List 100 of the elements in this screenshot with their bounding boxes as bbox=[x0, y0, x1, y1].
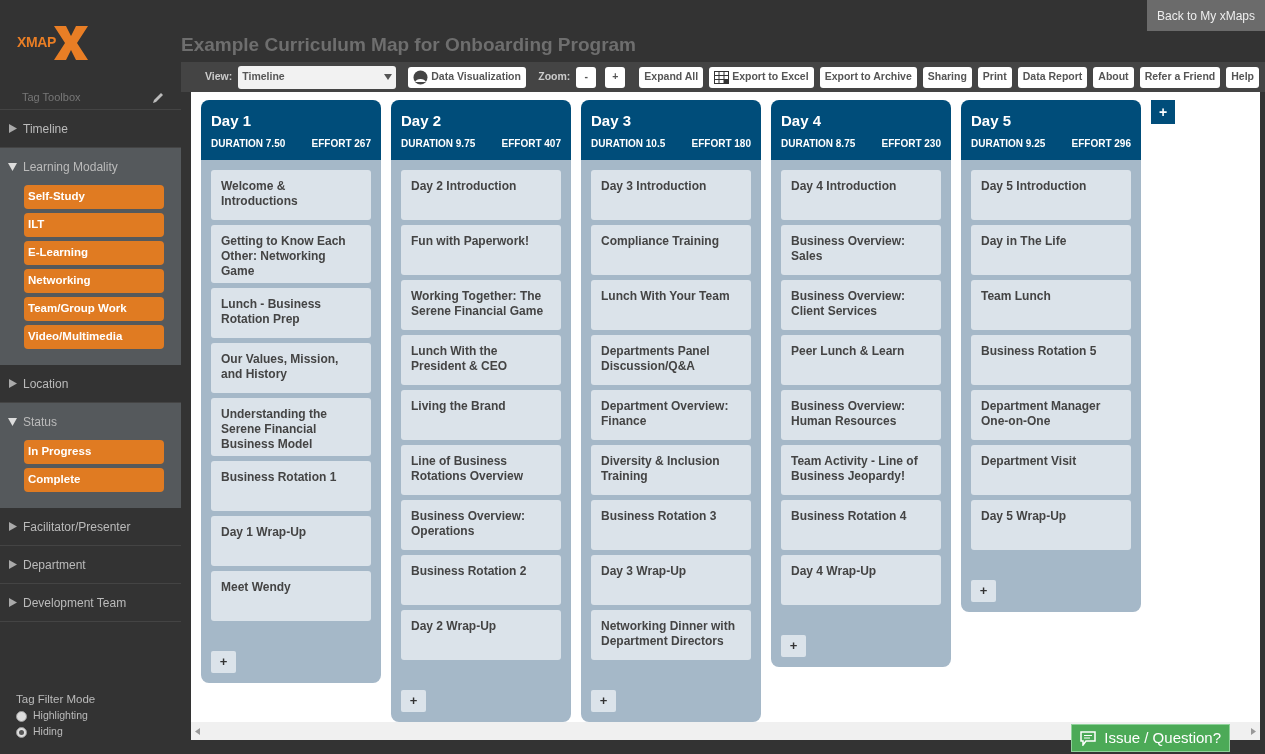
activity-card[interactable]: Living the Brand bbox=[401, 390, 561, 440]
activity-card[interactable]: Day 4 Wrap-Up bbox=[781, 555, 941, 605]
back-button[interactable]: Back to My xMaps bbox=[1146, 0, 1265, 31]
duration-label: DURATION 9.75 bbox=[401, 137, 476, 151]
activity-card[interactable]: Business Rotation 2 bbox=[401, 555, 561, 605]
toolbar-button[interactable]: Data Report bbox=[1017, 66, 1088, 88]
toolbar-button[interactable]: About bbox=[1093, 66, 1134, 88]
tag-toolbox-label: Tag Toolbox bbox=[22, 89, 81, 105]
activity-card[interactable]: Peer Lunch & Learn bbox=[781, 335, 941, 385]
activity-card[interactable]: Meet Wendy bbox=[211, 571, 371, 621]
tag-category[interactable]: Facilitator/Presenter bbox=[0, 508, 181, 545]
activity-card[interactable]: Business Overview: Sales bbox=[781, 225, 941, 275]
radio-button[interactable] bbox=[16, 726, 27, 738]
effort-label: EFFORT 230 bbox=[881, 137, 941, 151]
add-activity-button[interactable]: + bbox=[781, 635, 806, 657]
day-title: Day 4 bbox=[781, 111, 823, 131]
activity-card[interactable]: Our Values, Mission, and History bbox=[211, 343, 371, 393]
activity-card[interactable]: Understanding the Serene Financial Business Model bbox=[211, 398, 371, 456]
data-visualization-button[interactable]: Data Visualization bbox=[408, 66, 526, 88]
day-title: Day 2 bbox=[401, 111, 443, 131]
activity-card[interactable]: Day 2 Wrap-Up bbox=[401, 610, 561, 660]
activity-card[interactable]: Lunch - Business Rotation Prep bbox=[211, 288, 371, 338]
effort-label: EFFORT 267 bbox=[311, 137, 371, 151]
zoom-label: Zoom: bbox=[538, 69, 571, 85]
activity-card[interactable]: Department Visit bbox=[971, 445, 1131, 495]
collapsed-triangle-icon bbox=[8, 124, 17, 133]
effort-label: EFFORT 407 bbox=[501, 137, 561, 151]
collapsed-triangle-icon bbox=[8, 598, 17, 607]
activity-card[interactable]: Business Rotation 5 bbox=[971, 335, 1131, 385]
filter-mode-label: Tag Filter Mode bbox=[16, 691, 97, 707]
activity-card[interactable]: Getting to Know Each Other: Networking Game bbox=[211, 225, 371, 283]
day-title: Day 1 bbox=[211, 111, 253, 131]
collapsed-triangle-icon bbox=[8, 560, 17, 569]
expanded-triangle-icon bbox=[8, 162, 17, 171]
zoom-in-button[interactable]: + bbox=[605, 66, 626, 88]
activity-card[interactable]: Day 5 Wrap-Up bbox=[971, 500, 1131, 550]
activity-card[interactable]: Working Together: The Serene Financial Game bbox=[401, 280, 561, 330]
add-activity-button[interactable]: + bbox=[401, 690, 426, 712]
activity-card[interactable]: Departments Panel Discussion/Q&A bbox=[591, 335, 751, 385]
activity-card[interactable]: Business Overview: Operations bbox=[401, 500, 561, 550]
activity-card[interactable]: Day 3 Wrap-Up bbox=[591, 555, 751, 605]
tag-category[interactable]: Learning Modality bbox=[0, 148, 181, 185]
duration-label: DURATION 7.50 bbox=[211, 137, 286, 151]
activity-card[interactable]: Business Rotation 4 bbox=[781, 500, 941, 550]
activity-card[interactable]: Business Rotation 3 bbox=[591, 500, 751, 550]
zoom-out-button[interactable]: - bbox=[576, 66, 597, 88]
toolbar-button[interactable]: Sharing bbox=[922, 66, 972, 88]
activity-card[interactable]: Diversity & Inclusion Training bbox=[591, 445, 751, 495]
activity-card[interactable]: Day in The Life bbox=[971, 225, 1131, 275]
activity-card[interactable]: Day 2 Introduction bbox=[401, 170, 561, 220]
view-select[interactable]: Timeline bbox=[238, 65, 397, 89]
view-label: View: bbox=[205, 69, 233, 85]
radio-label: Highlighting bbox=[33, 708, 88, 724]
tag-category[interactable]: Timeline bbox=[0, 110, 181, 147]
chart-circle-icon bbox=[413, 69, 429, 85]
toolbar-button[interactable]: Export to Archive bbox=[819, 66, 917, 88]
activity-card[interactable]: Day 4 Introduction bbox=[781, 170, 941, 220]
add-day-button[interactable]: + bbox=[1151, 100, 1175, 124]
table-grid-icon bbox=[714, 70, 730, 84]
activity-card[interactable]: Lunch With Your Team bbox=[591, 280, 751, 330]
add-activity-button[interactable]: + bbox=[211, 651, 236, 673]
effort-label: EFFORT 296 bbox=[1071, 137, 1131, 151]
activity-card[interactable]: Lunch With the President & CEO bbox=[401, 335, 561, 385]
tag-category[interactable]: Development Team bbox=[0, 584, 181, 621]
activity-card[interactable]: Department Manager One-on-One bbox=[971, 390, 1131, 440]
add-activity-button[interactable]: + bbox=[591, 690, 616, 712]
activity-card[interactable]: Business Overview: Client Services bbox=[781, 280, 941, 330]
activity-card[interactable]: Business Rotation 1 bbox=[211, 461, 371, 511]
dropdown-caret-icon bbox=[384, 74, 393, 80]
radio-label: Hiding bbox=[33, 724, 63, 740]
logo: XMAP bbox=[17, 23, 91, 62]
activity-card[interactable]: Business Overview: Human Resources bbox=[781, 390, 941, 440]
activity-card[interactable]: Line of Business Rotations Overview bbox=[401, 445, 561, 495]
radio-button[interactable] bbox=[16, 710, 27, 722]
day-title: Day 3 bbox=[591, 111, 633, 131]
tag-category[interactable]: Location bbox=[0, 365, 181, 402]
tag-category[interactable]: Status bbox=[0, 403, 181, 440]
activity-card[interactable]: Networking Dinner with Department Directors bbox=[591, 610, 751, 660]
activity-card[interactable]: Fun with Paperwork! bbox=[401, 225, 561, 275]
activity-card[interactable]: Day 3 Introduction bbox=[591, 170, 751, 220]
toolbar-button[interactable]: Help bbox=[1226, 66, 1259, 88]
activity-card[interactable]: Team Activity - Line of Business Jeopardy! bbox=[781, 445, 941, 495]
activity-card[interactable]: Day 5 Introduction bbox=[971, 170, 1131, 220]
activity-card[interactable]: Compliance Training bbox=[591, 225, 751, 275]
collapsed-triangle-icon bbox=[8, 522, 17, 531]
pencil-icon[interactable] bbox=[152, 90, 165, 104]
toolbar-button[interactable]: Export to Excel bbox=[709, 66, 814, 88]
toolbar-button[interactable]: Print bbox=[977, 66, 1012, 88]
expanded-triangle-icon bbox=[8, 417, 17, 426]
chat-bubble-icon bbox=[1080, 730, 1097, 746]
toolbar-button[interactable]: Expand All bbox=[639, 66, 704, 88]
activity-card[interactable]: Department Overview: Finance bbox=[591, 390, 751, 440]
add-activity-button[interactable]: + bbox=[971, 580, 996, 602]
activity-card[interactable]: Welcome & Introductions bbox=[211, 170, 371, 220]
duration-label: DURATION 9.25 bbox=[971, 137, 1046, 151]
toolbar-button[interactable]: Refer a Friend bbox=[1139, 66, 1221, 88]
tag-category[interactable]: Department bbox=[0, 546, 181, 583]
activity-card[interactable]: Day 1 Wrap-Up bbox=[211, 516, 371, 566]
activity-card[interactable]: Team Lunch bbox=[971, 280, 1131, 330]
duration-label: DURATION 8.75 bbox=[781, 137, 856, 151]
